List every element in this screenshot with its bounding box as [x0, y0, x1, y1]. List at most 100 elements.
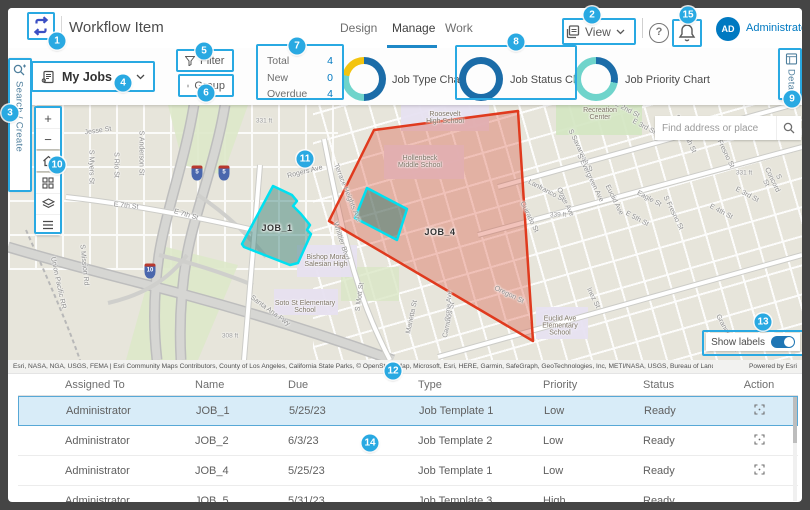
help-icon[interactable]: ?: [649, 23, 669, 43]
action-cell[interactable]: [720, 464, 798, 478]
show-labels-label: Show labels: [711, 337, 765, 348]
callout-badge-6: 6: [198, 85, 215, 102]
basemap-grid-icon: [42, 177, 54, 189]
search-create-panel-tab[interactable]: Search / Create: [8, 58, 30, 190]
table-row[interactable]: AdministratorJOB_55/31/23Job Template 3H…: [18, 486, 798, 502]
jobs-table: Assigned ToNameDueTypePriorityStatusActi…: [18, 375, 798, 502]
table-cell: JOB_1: [196, 405, 289, 417]
job-type-chart[interactable]: [342, 57, 386, 101]
column-header[interactable]: Due: [288, 379, 418, 391]
table-cell: 5/25/23: [288, 465, 418, 477]
tab-design[interactable]: Design: [340, 21, 377, 35]
search-icon[interactable]: [776, 116, 801, 140]
powered-by-esri[interactable]: Powered by Esri: [749, 363, 797, 370]
user-name[interactable]: Administrator: [746, 22, 802, 34]
list-icon: [42, 220, 54, 230]
zoom-to-icon[interactable]: [754, 434, 765, 445]
callout-badge-15: 15: [680, 7, 697, 24]
table-cell: JOB_5: [195, 495, 288, 503]
group-grid-icon: [187, 81, 189, 91]
job-priority-chart-label: Job Priority Chart: [625, 74, 710, 86]
table-cell: Administrator: [66, 405, 196, 417]
column-header[interactable]: Name: [195, 379, 288, 391]
callout-badge-10: 10: [49, 157, 66, 174]
table-cell: Job Template 2: [418, 435, 543, 447]
search-create-icon: [13, 64, 26, 77]
column-header[interactable]: Assigned To: [65, 379, 195, 391]
callout-badge-4: 4: [115, 75, 132, 92]
basemap-gallery-button[interactable]: [36, 173, 60, 193]
job4-polygon: [329, 111, 533, 341]
show-labels-toggle[interactable]: [771, 336, 795, 348]
notifications-bell-icon[interactable]: [676, 22, 698, 44]
table-cell: High: [543, 495, 643, 503]
table-cell: 5/31/23: [288, 495, 418, 503]
job-status-chart[interactable]: [459, 57, 503, 101]
callout-badge-3: 3: [2, 105, 19, 122]
callout-badge-5: 5: [196, 43, 213, 60]
funnel-icon: [185, 56, 195, 66]
search-input[interactable]: [655, 123, 776, 134]
show-labels-control: Show labels: [706, 333, 800, 351]
action-cell[interactable]: [720, 434, 798, 448]
table-cell: 6/3/23: [288, 435, 418, 447]
zoom-to-icon[interactable]: [754, 404, 765, 415]
table-cell: Ready: [643, 495, 720, 503]
callout-badge-1: 1: [49, 33, 66, 50]
table-cell: Low: [543, 465, 643, 477]
interstate-shield: 10: [145, 264, 156, 279]
legend-list-button[interactable]: [36, 214, 60, 235]
zoom-to-icon[interactable]: [754, 464, 765, 475]
map-view[interactable]: Jesse StS Anderson StS Myers StS Rio StE…: [8, 105, 802, 360]
callout-badge-13: 13: [755, 314, 772, 331]
job-type-chart-label: Job Type Chart: [392, 74, 466, 86]
table-cell: Administrator: [65, 495, 195, 503]
column-header[interactable]: Priority: [543, 379, 643, 391]
table-cell: Job Template 1: [419, 405, 544, 417]
map-attribution-bar: Esri, NASA, NGA, USGS, FEMA | Esri Commu…: [8, 360, 802, 374]
tab-work[interactable]: Work: [445, 21, 473, 35]
zoom-in-button[interactable]: +: [36, 108, 60, 128]
column-header[interactable]: Status: [643, 379, 720, 391]
table-row[interactable]: AdministratorJOB_15/25/23Job Template 1L…: [18, 396, 798, 426]
action-cell[interactable]: [721, 404, 797, 418]
map-features: [8, 105, 802, 360]
table-cell: Low: [543, 435, 643, 447]
view-dropdown[interactable]: View: [566, 21, 630, 42]
tab-manage[interactable]: Manage: [392, 21, 435, 35]
table-row[interactable]: AdministratorJOB_26/3/23Job Template 2Lo…: [18, 426, 798, 456]
layers-view-icon: [566, 25, 580, 39]
jobs-list-icon: [41, 70, 55, 84]
table-header-row: Assigned ToNameDueTypePriorityStatusActi…: [18, 375, 798, 396]
table-cell: Job Template 3: [418, 495, 543, 503]
table-row[interactable]: AdministratorJOB_45/25/23Job Template 1L…: [18, 456, 798, 486]
job-priority-chart[interactable]: [574, 57, 618, 101]
callout-badge-12: 12: [385, 363, 402, 380]
active-tab-underline: [387, 45, 437, 48]
table-cell: Job Template 1: [418, 465, 543, 477]
table-cell: Ready: [643, 465, 720, 477]
table-cell: Low: [544, 405, 644, 417]
layers-icon: [42, 198, 55, 210]
stat-row: New0: [267, 70, 333, 87]
table-cell: Ready: [643, 435, 720, 447]
stats-panel: Total4New0Overdue4: [258, 48, 342, 108]
table-cell: JOB_4: [195, 465, 288, 477]
jobs-filter-dropdown[interactable]: My Jobs: [33, 63, 153, 90]
callout-badge-14: 14: [362, 435, 379, 452]
callout-badge-11: 11: [297, 151, 314, 168]
layers-button[interactable]: [36, 193, 60, 214]
avatar[interactable]: AD: [716, 17, 740, 41]
stat-row: Overdue4: [267, 86, 333, 103]
interstate-shield: 5: [219, 166, 230, 181]
column-header[interactable]: Action: [720, 379, 798, 391]
table-cell: JOB_2: [195, 435, 288, 447]
stat-row: Total4: [267, 53, 333, 70]
column-header[interactable]: Type: [418, 379, 543, 391]
table-scrollbar[interactable]: [793, 397, 797, 501]
header-divider: [642, 18, 643, 38]
map-search-box: [655, 116, 801, 140]
zoom-out-button[interactable]: −: [36, 128, 60, 149]
view-dropdown-label: View: [585, 25, 611, 39]
table-cell: 5/25/23: [289, 405, 419, 417]
